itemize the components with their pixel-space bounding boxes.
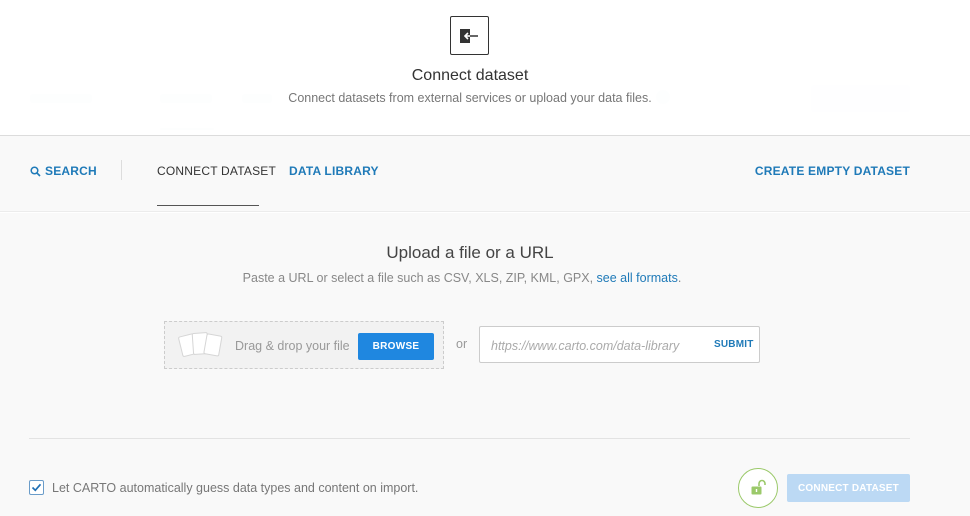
guess-types-label: Let CARTO automatically guess data types… (52, 481, 419, 495)
upload-title: Upload a file or a URL (386, 243, 554, 262)
upload-description: Paste a URL or select a file such as CSV… (0, 271, 924, 285)
modal-subtitle: Connect datasets from external services … (288, 91, 652, 105)
submit-url-button[interactable]: SUBMIT (714, 339, 754, 350)
upload-panel: Upload a file or a URL Paste a URL or se… (0, 213, 970, 516)
privacy-toggle[interactable] (738, 468, 778, 508)
tab-divider (121, 160, 122, 180)
search-icon (30, 165, 41, 177)
upload-description-period: . (677, 271, 682, 285)
tab-connect-dataset[interactable]: CONNECT DATASET (157, 164, 276, 178)
tabs-bar: SEARCH CONNECT DATASET DATA LIBRARY CREA… (0, 136, 970, 212)
url-box: SUBMIT (479, 326, 760, 363)
browse-button[interactable]: BROWSE (358, 333, 434, 360)
tab-data-library[interactable]: DATA LIBRARY (289, 164, 379, 178)
drag-drop-text: Drag & drop your file (235, 339, 350, 353)
or-separator: or (456, 337, 468, 351)
create-empty-dataset-link[interactable]: CREATE EMPTY DATASET (755, 164, 910, 178)
active-tab-underline (157, 205, 259, 206)
upload-description-text: Paste a URL or select a file such as CSV… (242, 271, 594, 285)
see-all-formats-link[interactable]: see all formats (597, 271, 678, 285)
footer-divider (29, 438, 910, 439)
unlock-icon (751, 479, 766, 495)
file-dropzone[interactable]: Drag & drop your file BROWSE (164, 321, 444, 369)
url-input[interactable] (491, 337, 701, 354)
files-icon (178, 332, 223, 357)
modal-header: Connect dataset Connect datasets from ex… (0, 0, 970, 136)
tab-search-label: SEARCH (45, 164, 97, 178)
connect-dataset-icon (450, 16, 489, 55)
checkmark-icon (31, 483, 42, 492)
connect-dataset-button[interactable]: CONNECT DATASET (787, 474, 910, 502)
modal-title: Connect dataset (411, 67, 529, 84)
guess-types-checkbox[interactable] (29, 480, 44, 495)
tab-search[interactable]: SEARCH (30, 164, 97, 178)
